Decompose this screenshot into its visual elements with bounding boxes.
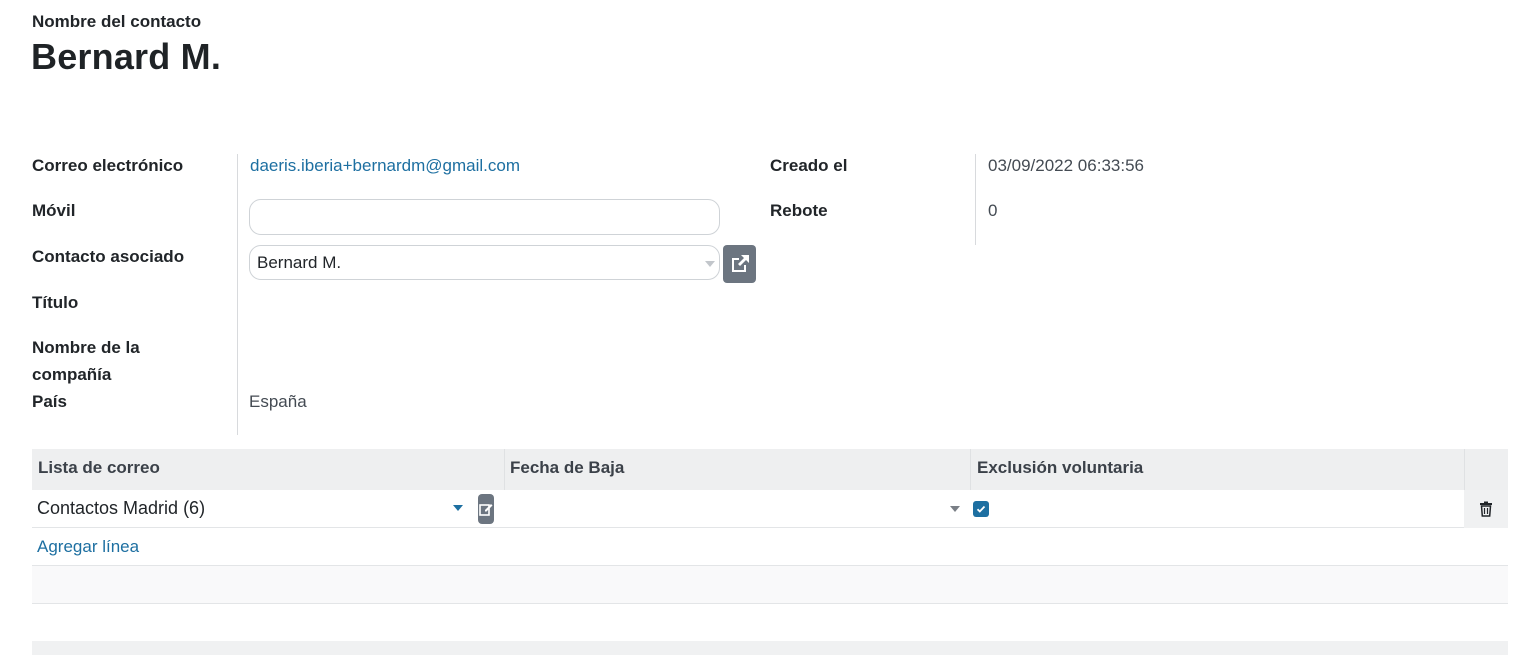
add-line-link[interactable]: Agregar línea xyxy=(37,537,139,557)
table-row xyxy=(32,566,1508,604)
created-label: Creado el xyxy=(770,156,848,175)
partner-label: Contacto asociado xyxy=(32,247,185,266)
edit-icon xyxy=(479,504,493,516)
opt-out-checkbox[interactable] xyxy=(973,501,989,517)
email-label: Correo electrónico xyxy=(32,156,184,175)
delete-row-button[interactable] xyxy=(1464,490,1508,528)
right-group-divider xyxy=(975,154,976,245)
title-label: Título xyxy=(32,293,79,312)
column-header-opt-out[interactable]: Exclusión voluntaria xyxy=(977,458,1143,478)
trash-icon xyxy=(1480,501,1492,517)
caret-down-icon[interactable] xyxy=(453,505,463,511)
company-label-line1: Nombre de la xyxy=(32,338,140,357)
column-header-unsubscribe-date[interactable]: Fecha de Baja xyxy=(510,458,624,478)
column-separator xyxy=(504,449,505,490)
check-icon xyxy=(976,505,986,513)
caret-down-icon[interactable] xyxy=(950,506,960,512)
bounce-label: Rebote xyxy=(770,201,828,220)
footer-bar xyxy=(32,641,1508,655)
column-separator xyxy=(970,449,971,490)
column-separator xyxy=(1464,449,1465,490)
mailing-list-cell[interactable]: Contactos Madrid (6) xyxy=(37,498,205,519)
external-link-icon xyxy=(731,255,749,272)
country-value: España xyxy=(249,392,307,411)
column-header-mailing-list[interactable]: Lista de correo xyxy=(38,458,160,478)
contact-name-label: Nombre del contacto xyxy=(32,12,202,31)
caret-down-icon xyxy=(705,261,715,267)
partner-select[interactable]: Bernard M. xyxy=(249,245,720,280)
mailing-list-table-header xyxy=(32,449,1508,490)
partner-select-value: Bernard M. xyxy=(257,253,342,272)
edit-mailing-list-button[interactable] xyxy=(478,494,494,524)
created-value: 03/09/2022 06:33:56 xyxy=(988,156,1144,175)
left-group-divider xyxy=(237,154,238,435)
mobile-field[interactable] xyxy=(249,199,720,235)
email-value-link[interactable]: daeris.iberia+bernardm@gmail.com xyxy=(250,156,520,176)
mobile-label: Móvil xyxy=(32,201,76,220)
bounce-value: 0 xyxy=(988,201,998,220)
company-label-line2: compañía xyxy=(32,365,112,384)
open-partner-button[interactable] xyxy=(723,245,756,283)
contact-name-title: Bernard M. xyxy=(31,36,222,77)
country-label: País xyxy=(32,392,67,411)
table-row[interactable] xyxy=(32,490,1508,528)
table-row xyxy=(32,528,1508,566)
